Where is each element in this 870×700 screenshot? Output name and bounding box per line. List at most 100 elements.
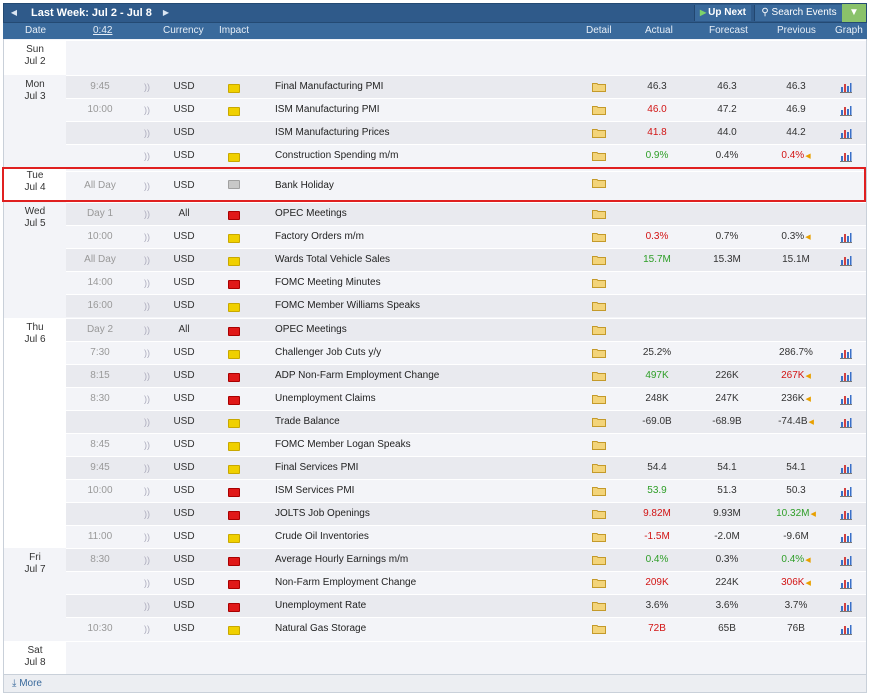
graph-icon[interactable]: [840, 509, 852, 520]
revised-icon[interactable]: ◀: [805, 153, 810, 160]
sound-icon[interactable]: )): [144, 503, 150, 525]
sound-icon[interactable]: )): [144, 342, 150, 364]
event-row[interactable]: 10:00)) USD ISM Services PMI 53.9 51.3 50.3: [66, 479, 866, 502]
sound-icon[interactable]: )): [144, 595, 150, 617]
event-name[interactable]: FOMC Member Williams Speaks: [275, 295, 420, 317]
graph-icon[interactable]: [840, 532, 852, 543]
sound-icon[interactable]: )): [144, 295, 150, 317]
graph-icon[interactable]: [840, 578, 852, 589]
event-name[interactable]: ISM Services PMI: [275, 480, 354, 502]
event-row[interactable]: )) USD Non-Farm Employment Change 209K 224K 3…: [66, 571, 866, 594]
event-name[interactable]: Crude Oil Inventories: [275, 526, 369, 548]
detail-folder-icon[interactable]: [592, 371, 606, 381]
sound-icon[interactable]: )): [144, 122, 150, 144]
graph-icon[interactable]: [840, 417, 852, 428]
graph-icon[interactable]: [840, 232, 852, 243]
detail-folder-icon[interactable]: [592, 128, 606, 138]
sound-icon[interactable]: )): [144, 226, 150, 248]
detail-folder-icon[interactable]: [592, 509, 606, 519]
graph-icon[interactable]: [840, 555, 852, 566]
search-events-button[interactable]: ⚲ Search Events: [754, 5, 843, 21]
revised-icon[interactable]: ◀: [809, 419, 814, 426]
event-row[interactable]: 10:30)) USD Natural Gas Storage 72B 65B 76B: [66, 617, 866, 640]
event-name[interactable]: Natural Gas Storage: [275, 618, 366, 640]
event-row[interactable]: All Day)) USD Bank Holiday: [66, 171, 866, 202]
detail-folder-icon[interactable]: [592, 105, 606, 115]
prev-week-arrow-icon[interactable]: ◀: [4, 4, 24, 22]
graph-icon[interactable]: [840, 371, 852, 382]
event-name[interactable]: Unemployment Rate: [275, 595, 366, 617]
event-name[interactable]: Bank Holiday: [275, 172, 334, 200]
detail-folder-icon[interactable]: [592, 209, 606, 219]
event-row[interactable]: 10:00)) USD ISM Manufacturing PMI 46.0 47.2 4…: [66, 98, 866, 121]
event-name[interactable]: JOLTS Job Openings: [275, 503, 370, 525]
revised-icon[interactable]: ◀: [805, 396, 810, 403]
event-name[interactable]: Average Hourly Earnings m/m: [275, 549, 408, 571]
event-name[interactable]: Construction Spending m/m: [275, 145, 398, 167]
sound-icon[interactable]: )): [144, 434, 150, 456]
event-row[interactable]: 9:45)) USD Final Manufacturing PMI 46.3 46.3…: [66, 75, 866, 98]
event-name[interactable]: Trade Balance: [275, 411, 340, 433]
revised-icon[interactable]: ◀: [810, 511, 815, 518]
event-name[interactable]: ISM Manufacturing PMI: [275, 99, 379, 121]
event-name[interactable]: Final Manufacturing PMI: [275, 76, 383, 98]
event-row[interactable]: )) USD JOLTS Job Openings 9.82M 9.93M 10.32M◀: [66, 502, 866, 525]
event-name[interactable]: OPEC Meetings: [275, 319, 347, 341]
detail-folder-icon[interactable]: [592, 601, 606, 611]
sound-icon[interactable]: )): [144, 618, 150, 640]
graph-icon[interactable]: [840, 105, 852, 116]
detail-folder-icon[interactable]: [592, 624, 606, 634]
sound-icon[interactable]: )): [144, 145, 150, 167]
sound-icon[interactable]: )): [144, 457, 150, 479]
sound-icon[interactable]: )): [144, 272, 150, 294]
detail-folder-icon[interactable]: [592, 348, 606, 358]
detail-folder-icon[interactable]: [592, 532, 606, 542]
event-name[interactable]: Wards Total Vehicle Sales: [275, 249, 390, 271]
event-row[interactable]: Day 1)) All OPEC Meetings: [66, 202, 866, 225]
detail-folder-icon[interactable]: [592, 255, 606, 265]
event-row[interactable]: 8:30)) USD Average Hourly Earnings m/m 0.4%…: [66, 548, 866, 571]
revised-icon[interactable]: ◀: [805, 373, 810, 380]
event-name[interactable]: Factory Orders m/m: [275, 226, 364, 248]
event-name[interactable]: Final Services PMI: [275, 457, 358, 479]
event-name[interactable]: ISM Manufacturing Prices: [275, 122, 390, 144]
event-row[interactable]: 10:00)) USD Factory Orders m/m 0.3% 0.7% 0.3%…: [66, 225, 866, 248]
graph-icon[interactable]: [840, 394, 852, 405]
event-name[interactable]: FOMC Member Logan Speaks: [275, 434, 411, 456]
sound-icon[interactable]: )): [144, 549, 150, 571]
graph-icon[interactable]: [840, 348, 852, 359]
sound-icon[interactable]: )): [144, 76, 150, 98]
filter-icon[interactable]: ▼: [842, 4, 866, 22]
sound-icon[interactable]: )): [144, 203, 150, 225]
detail-folder-icon[interactable]: [592, 82, 606, 92]
sound-icon[interactable]: )): [144, 319, 150, 341]
detail-folder-icon[interactable]: [592, 555, 606, 565]
event-row[interactable]: 16:00)) USD FOMC Member Williams Speaks: [66, 294, 866, 317]
event-row[interactable]: 14:00)) USD FOMC Meeting Minutes: [66, 271, 866, 294]
revised-icon[interactable]: ◀: [805, 580, 810, 587]
graph-icon[interactable]: [840, 463, 852, 474]
graph-icon[interactable]: [840, 624, 852, 635]
detail-folder-icon[interactable]: [592, 578, 606, 588]
sound-icon[interactable]: )): [144, 480, 150, 502]
event-row[interactable]: Day 2)) All OPEC Meetings: [66, 318, 866, 341]
graph-icon[interactable]: [840, 601, 852, 612]
more-button[interactable]: ⤓ More: [3, 674, 867, 693]
event-row[interactable]: 8:15)) USD ADP Non-Farm Employment Change 4…: [66, 364, 866, 387]
detail-folder-icon[interactable]: [592, 301, 606, 311]
up-next-button[interactable]: ▶ Up Next: [694, 5, 751, 21]
detail-folder-icon[interactable]: [592, 178, 606, 188]
sound-icon[interactable]: )): [144, 99, 150, 121]
sound-icon[interactable]: )): [144, 172, 150, 200]
graph-icon[interactable]: [840, 82, 852, 93]
col-time[interactable]: 0:42: [93, 23, 112, 39]
next-week-arrow-icon[interactable]: ▶: [156, 4, 176, 22]
detail-folder-icon[interactable]: [592, 417, 606, 427]
detail-folder-icon[interactable]: [592, 151, 606, 161]
detail-folder-icon[interactable]: [592, 232, 606, 242]
event-row[interactable]: 8:30)) USD Unemployment Claims 248K 247K 236K…: [66, 387, 866, 410]
sound-icon[interactable]: )): [144, 526, 150, 548]
sound-icon[interactable]: )): [144, 249, 150, 271]
event-row[interactable]: 9:45)) USD Final Services PMI 54.4 54.1 54.1: [66, 456, 866, 479]
event-name[interactable]: FOMC Meeting Minutes: [275, 272, 381, 294]
